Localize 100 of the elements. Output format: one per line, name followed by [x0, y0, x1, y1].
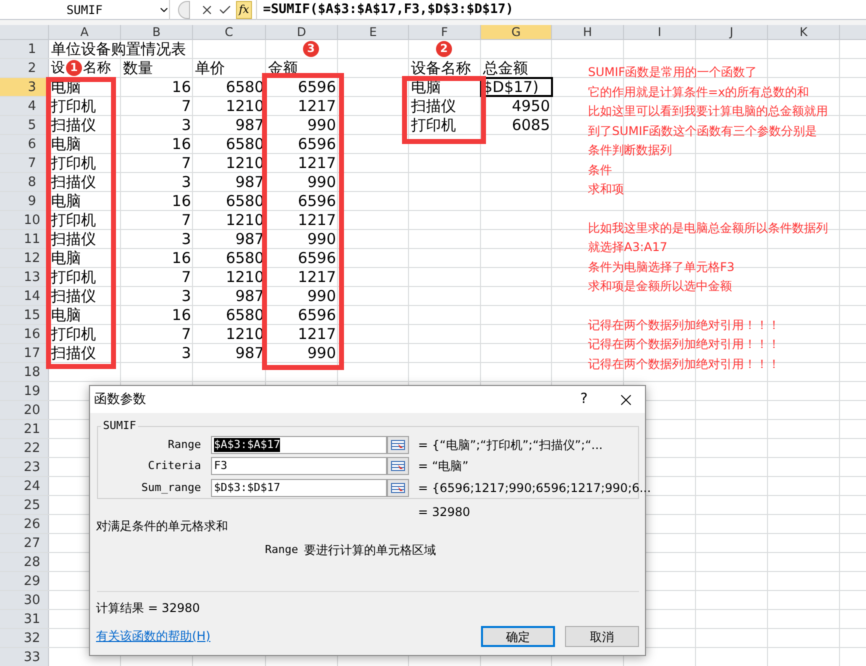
note-line: 记得在两个数据列加绝对引用！！！: [588, 336, 781, 353]
table-cell-text: 3: [180, 287, 192, 306]
table-cell-text: 3: [180, 116, 192, 135]
row-header[interactable]: 2: [0, 59, 49, 77]
note-line: 到了SUMIF函数这个函数有三个参数分别是: [588, 122, 818, 140]
note-line: SUMIF函数是常用的一个函数了: [588, 64, 758, 81]
table-cell-text: 1217: [296, 325, 337, 344]
table-cell: 打印机: [51, 211, 96, 230]
table-cell-text: 1217: [296, 154, 337, 173]
table-cell-text: 4950: [510, 97, 551, 116]
argument-help-name: Range: [265, 542, 298, 558]
table-cell-text: 990: [306, 287, 337, 306]
table-cell-text: 987: [234, 173, 265, 192]
table-cell-text: 3: [180, 344, 192, 363]
table-cell: 打印机: [51, 97, 96, 116]
argument-field[interactable]: $A$3:$A$17: [211, 436, 387, 454]
help-button[interactable]: ?: [569, 389, 599, 410]
row-header[interactable]: 30: [0, 591, 49, 609]
row-header[interactable]: 27: [0, 534, 49, 552]
table-cell-text: 6580: [224, 135, 265, 154]
row-header[interactable]: 16: [0, 325, 49, 343]
argument-help-text: 要进行计算的单元格区域: [304, 542, 436, 559]
range-select-icon: [391, 461, 405, 471]
row-header[interactable]: 22: [0, 439, 49, 457]
row-header[interactable]: 18: [0, 363, 49, 381]
row-header[interactable]: 28: [0, 553, 49, 571]
splitter-handle[interactable]: [178, 0, 190, 18]
insert-function-button[interactable]: fx: [236, 0, 252, 18]
note-line: 它的作用就是计算条件=x的所有总数的和: [588, 84, 810, 100]
row-header[interactable]: 33: [0, 648, 49, 666]
row-header[interactable]: 1: [0, 40, 49, 58]
argument-result: “电脑”: [432, 458, 468, 475]
argument-field[interactable]: F3: [211, 457, 387, 475]
table-cell-text: 6085: [510, 116, 551, 135]
field-value: $D$3:$D$17: [214, 481, 280, 495]
note-line: 记得在两个数据列加绝对引用！！！: [588, 316, 781, 334]
table-cell: 电脑: [51, 306, 81, 325]
calculation-result: 计算结果 = 32980: [96, 600, 200, 617]
row-header[interactable]: 23: [0, 458, 49, 476]
table-cell-text: 6596: [296, 192, 337, 211]
column-header[interactable]: G: [481, 25, 552, 39]
row-header[interactable]: 29: [0, 572, 49, 590]
row-header[interactable]: 20: [0, 401, 49, 419]
argument-field[interactable]: $D$3:$D$17: [211, 479, 387, 497]
range-select-icon: [391, 483, 405, 493]
table-cell-text: 990: [306, 344, 337, 363]
row-header[interactable]: 26: [0, 515, 49, 533]
row-header[interactable]: 7: [0, 154, 49, 172]
table-cell-text: 3: [180, 230, 192, 249]
row-header[interactable]: 25: [0, 496, 49, 514]
row-header[interactable]: 6: [0, 135, 49, 153]
row-header[interactable]: 31: [0, 610, 49, 628]
active-cell[interactable]: $D$17): [480, 77, 553, 97]
row-header[interactable]: 14: [0, 287, 49, 305]
help-link[interactable]: 有关该函数的帮助(H): [96, 627, 210, 645]
equals-sign: =: [418, 458, 428, 475]
row-header[interactable]: 19: [0, 382, 49, 400]
table-cell-text: 6580: [224, 78, 265, 97]
table-cell: 扫描仪: [411, 97, 456, 116]
table-cell-text: 7: [180, 325, 192, 344]
collapse-dialog-button[interactable]: [387, 457, 409, 475]
row-header[interactable]: 32: [0, 629, 49, 647]
table-cell: 扫描仪: [51, 116, 96, 135]
table-cell-text: 990: [306, 116, 337, 135]
table-cell-text: 1217: [296, 97, 337, 116]
row-header[interactable]: 10: [0, 211, 49, 229]
row-header[interactable]: 3: [0, 78, 49, 96]
table-cell-text: 987: [234, 230, 265, 249]
row-header[interactable]: 24: [0, 477, 49, 495]
table-cell-text: 7: [180, 97, 192, 116]
table-cell-text: 6580: [224, 249, 265, 268]
table-cell-text: 7: [180, 211, 192, 230]
table-cell: 名称: [83, 59, 111, 78]
table-cell-text: 16: [170, 306, 192, 325]
field-value: F3: [214, 459, 228, 473]
dialog-button[interactable]: 确定: [481, 626, 555, 647]
table-cell: 单价: [195, 59, 225, 78]
row-header[interactable]: 5: [0, 116, 49, 134]
dialog-button[interactable]: 取消: [565, 626, 639, 647]
table-cell-text: 987: [234, 287, 265, 306]
row-header[interactable]: 15: [0, 306, 49, 324]
row-header[interactable]: 21: [0, 420, 49, 438]
table-cell: 总金额: [483, 59, 528, 78]
row-header[interactable]: 8: [0, 173, 49, 191]
table-cell: 打印机: [51, 325, 96, 344]
table-cell-text: 990: [306, 173, 337, 192]
table-cell: 扫描仪: [51, 230, 96, 249]
collapse-dialog-button[interactable]: [387, 436, 409, 454]
note-line: 求和项: [588, 181, 625, 198]
note-line: 条件为电脑选择了单元格F3: [588, 258, 736, 276]
collapse-dialog-button[interactable]: [387, 479, 409, 497]
row-header[interactable]: 11: [0, 230, 49, 248]
row-header[interactable]: 17: [0, 344, 49, 362]
row-header[interactable]: 12: [0, 249, 49, 267]
table-cell-text: 990: [306, 230, 337, 249]
table-cell-text: 16: [170, 192, 192, 211]
row-header[interactable]: 4: [0, 97, 49, 115]
row-header[interactable]: 13: [0, 268, 49, 286]
row-header[interactable]: 9: [0, 192, 49, 210]
note-line: 记得在两个数据列加绝对引用！！！: [588, 356, 781, 372]
